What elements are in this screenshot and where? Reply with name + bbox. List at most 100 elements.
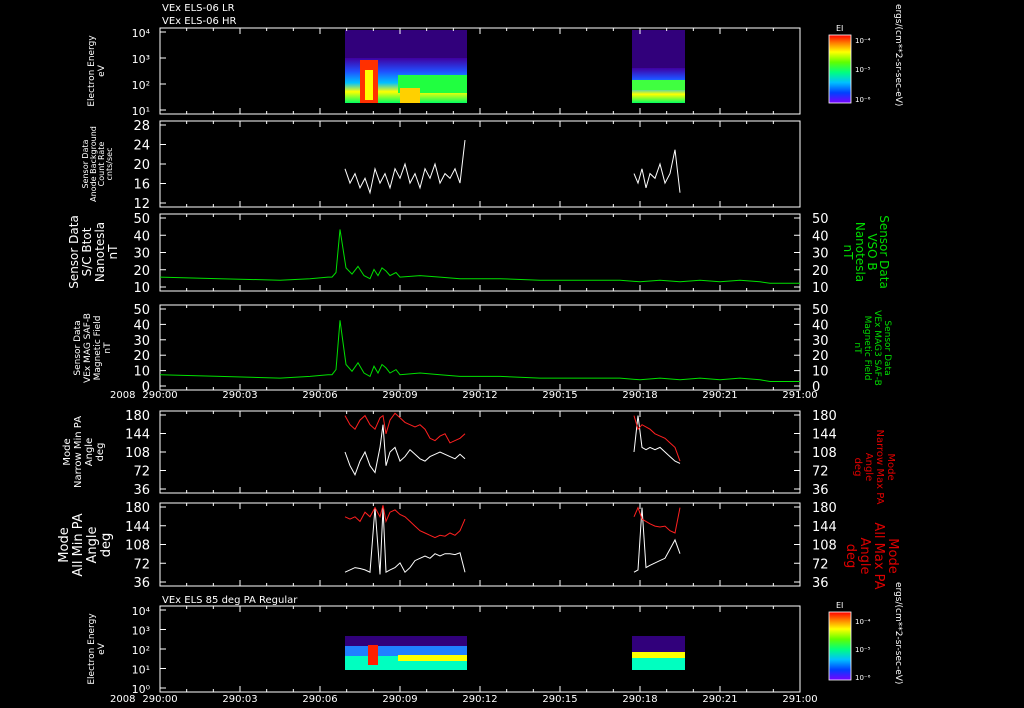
- p5-ylabel-2: Angle: [84, 438, 95, 466]
- p7-ylabel-0: Electron Energy: [87, 613, 97, 685]
- p6-ylabel-right-1: All Max PA: [871, 522, 886, 589]
- colorbar-bottom-tick2: 10⁻⁵: [855, 646, 871, 654]
- p3-ylabel-2: Nanotesla: [93, 222, 107, 282]
- p2-ytick-label: 24: [133, 139, 150, 154]
- colorbar-top-unit: ergs/(cm**2-sr-sec-eV): [893, 4, 903, 106]
- p6-ytick-label-right: 36: [812, 576, 829, 591]
- p5-ylabel-3: deg: [95, 443, 106, 462]
- p2-ylabel-3: cnts/sec: [105, 148, 114, 181]
- time-tick-label: 290:18: [622, 694, 657, 705]
- p4-ytick-label: 50: [133, 303, 150, 318]
- time-tick-label: 290:00: [142, 694, 177, 705]
- p5-series-1: [344, 412, 466, 444]
- p4-ylabel-0: Sensor Data: [73, 320, 83, 375]
- p5-ylabel-right-1: Narrow Max PA: [874, 430, 885, 505]
- p4-ylabel-right-0: Sensor Data: [882, 320, 892, 375]
- p4-ytick-label-right: 30: [812, 334, 829, 349]
- p4-ytick-label: 20: [133, 349, 150, 364]
- p2-ytick-label: 12: [133, 197, 150, 212]
- colorbar-top: EI 10⁻⁴ 10⁻⁵ 10⁻⁶: [828, 24, 871, 104]
- p5-ytick-label: 180: [125, 409, 150, 424]
- p5-ylabel-0: Mode: [62, 438, 73, 465]
- panel6-frame: [159, 502, 801, 587]
- colorbar-top-label: EI: [836, 24, 843, 33]
- p4-ylabel-right-1: VEx MAG3 SAF-B: [872, 310, 882, 386]
- p3-ytick-label: 20: [133, 264, 150, 279]
- time-tick-label: 290:21: [702, 390, 737, 401]
- time-axis-year: 2008: [110, 390, 135, 401]
- p4-ylabel-right-3: nT: [852, 342, 862, 354]
- p4-ylabel-right-2: Magnetic Field: [862, 316, 872, 381]
- p6-ytick-label-right: 180: [812, 501, 837, 516]
- p3-ylabel-1: S/C Btot: [80, 227, 94, 276]
- p7-ytick-label: 10¹: [132, 664, 150, 677]
- p5-ytick-label: 108: [125, 446, 150, 461]
- colorbar-top-tick2: 10⁻⁵: [855, 66, 871, 74]
- p1-ytick-label: 10²: [132, 79, 150, 92]
- p1-ylabel-1: eV: [97, 64, 107, 77]
- colorbar-bottom-tick3: 10⁻⁶: [855, 674, 871, 682]
- time-tick-label: 290:06: [302, 694, 337, 705]
- p6-series-0: [344, 507, 466, 575]
- time-tick-label: 290:12: [462, 390, 497, 401]
- time-tick-label: 291:00: [782, 694, 817, 705]
- p7-ytick-label: 10²: [132, 644, 150, 657]
- p5-ytick-label-right: 36: [812, 483, 829, 498]
- panel7-spectrogram: [345, 636, 685, 670]
- p6-ytick-label-right: 144: [812, 520, 837, 535]
- p6-ytick-label-right: 72: [812, 557, 829, 572]
- time-tick-label: 290:09: [382, 390, 417, 401]
- p3-series-0: [159, 229, 800, 284]
- panel2-frame: [159, 120, 801, 208]
- header-line1: VEx ELS-06 LR: [162, 3, 235, 14]
- p5-ytick-label: 36: [133, 483, 150, 498]
- p2-ytick-label: 28: [133, 119, 150, 134]
- p1-ytick-label: 10¹: [132, 105, 150, 118]
- p5-ytick-label-right: 72: [812, 465, 829, 480]
- p6-ytick-label: 72: [133, 557, 150, 572]
- p6-ylabel-right-3: deg: [843, 544, 858, 569]
- p6-ytick-label: 180: [125, 501, 150, 516]
- p5-ylabel-1: Narrow Min PA: [73, 416, 84, 488]
- p3-ylabel-right-3: nT: [841, 245, 855, 261]
- p3-ytick-label-right: 50: [812, 212, 829, 227]
- p2-series-1: [633, 149, 681, 193]
- panel7-frame: [159, 605, 801, 693]
- p4-ytick-label-right: 10: [812, 365, 829, 380]
- p3-ytick-label-right: 30: [812, 247, 829, 262]
- p3-ytick-label: 40: [133, 229, 150, 244]
- p4-ytick-label: 30: [133, 334, 150, 349]
- p4-ylabel-3: nT: [103, 342, 113, 354]
- p5-ytick-label: 72: [133, 465, 150, 480]
- p4-ytick-label: 40: [133, 318, 150, 333]
- time-tick-label: 290:12: [462, 694, 497, 705]
- p3-ytick-label-right: 40: [812, 229, 829, 244]
- p7-ylabel-1: eV: [97, 642, 107, 655]
- p4-ytick-label-right: 40: [812, 318, 829, 333]
- p3-ytick-label: 30: [133, 247, 150, 262]
- colorbar-top-tick1: 10⁻⁴: [855, 37, 871, 45]
- p5-ytick-label: 144: [125, 428, 150, 443]
- p6-ytick-label: 36: [133, 576, 150, 591]
- p6-ylabel-0: Mode: [57, 527, 72, 562]
- p1-ytick-label: 10³: [132, 53, 150, 66]
- p3-ylabel-0: Sensor Data: [67, 215, 81, 289]
- p6-ytick-label-right: 108: [812, 539, 837, 554]
- p6-ylabel-right-2: Angle: [857, 538, 872, 575]
- p7-ytick-label: 10³: [132, 625, 150, 638]
- p4-ylabel-2: Magnetic Field: [93, 316, 103, 381]
- p6-ytick-label: 108: [125, 539, 150, 554]
- plot-canvas: VEx ELS-06 LR VEx ELS-06 HR VEx ELS 85 d…: [57, 3, 903, 705]
- panel1-frame: [159, 27, 801, 115]
- p5-ytick-label-right: 144: [812, 428, 837, 443]
- p7-ytick-label: 10⁴: [132, 605, 151, 618]
- time-tick-label: 290:21: [702, 694, 737, 705]
- p4-ytick-label: 10: [133, 365, 150, 380]
- time-tick-label: 290:03: [222, 694, 257, 705]
- colorbar-bottom-label: EI: [836, 601, 843, 610]
- time-tick-label: 290:06: [302, 390, 337, 401]
- time-tick-label: 290:15: [542, 694, 577, 705]
- time-tick-label: 290:00: [142, 390, 177, 401]
- p4-ytick-label-right: 50: [812, 303, 829, 318]
- p4-series-0: [159, 320, 800, 382]
